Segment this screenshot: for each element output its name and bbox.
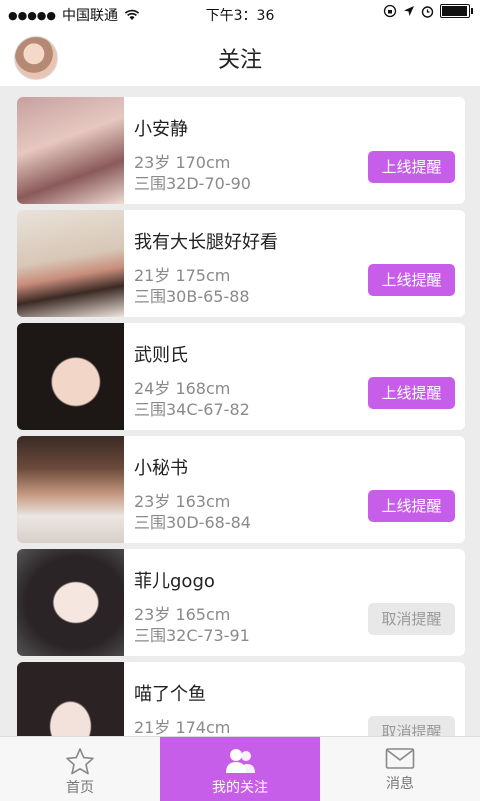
user-name: 武则氏 (134, 345, 188, 366)
user-name: 小秘书 (134, 458, 188, 479)
cancel-reminder-button[interactable]: 取消提醒 (368, 603, 455, 635)
alarm-icon (421, 5, 434, 18)
follow-list[interactable]: 小安静 23岁 170cm 三围32D-70-90 上线提醒 我有大长腿好好看 … (0, 86, 480, 736)
list-item[interactable]: 我有大长腿好好看 21岁 175cm 三围30B-65-88 上线提醒 (17, 210, 465, 317)
profile-photo (17, 323, 124, 430)
online-reminder-button[interactable]: 上线提醒 (368, 264, 455, 296)
profile-photo (17, 436, 124, 543)
user-name: 喵了个鱼 (134, 684, 206, 705)
rotation-lock-icon (383, 4, 397, 18)
user-measurements: 三围30D-68-84 (134, 513, 251, 532)
location-icon (404, 6, 414, 16)
tab-label: 首页 (66, 780, 94, 796)
profile-photo (17, 210, 124, 317)
profile-photo (17, 662, 124, 736)
user-measurements: 三围32C-73-91 (134, 626, 250, 645)
tab-bar: 首页 我的关注 消息 (0, 736, 480, 801)
user-name: 菲儿gogo (134, 571, 215, 592)
user-measurements: 三围32D-70-90 (134, 174, 251, 193)
list-item[interactable]: 小秘书 23岁 163cm 三围30D-68-84 上线提醒 (17, 436, 465, 543)
user-name: 我有大长腿好好看 (134, 232, 278, 253)
status-bar: ●●●●● 中国联通 下午3：36 (0, 0, 480, 28)
list-item[interactable]: 菲儿gogo 23岁 165cm 三围32C-73-91 取消提醒 (17, 549, 465, 656)
user-measurements: 三围30B-65-88 (134, 287, 250, 306)
online-reminder-button[interactable]: 上线提醒 (368, 377, 455, 409)
mail-icon (385, 748, 415, 769)
user-name: 小安静 (134, 119, 188, 140)
profile-photo (17, 549, 124, 656)
list-item[interactable]: 喵了个鱼 21岁 174cm 取消提醒 (17, 662, 465, 736)
tab-my-follows[interactable]: 我的关注 (160, 737, 320, 801)
user-age-height: 21岁 174cm (134, 718, 231, 736)
profile-photo (17, 97, 124, 204)
tab-messages[interactable]: 消息 (320, 737, 480, 801)
star-icon (66, 748, 94, 775)
online-reminder-button[interactable]: 上线提醒 (368, 151, 455, 183)
list-item[interactable]: 小安静 23岁 170cm 三围32D-70-90 上线提醒 (17, 97, 465, 204)
navigation-bar: 关注 (0, 28, 480, 86)
page-title: 关注 (217, 48, 262, 73)
user-measurements: 三围34C-67-82 (134, 400, 250, 419)
tab-label: 消息 (386, 776, 414, 792)
list-item[interactable]: 武则氏 24岁 168cm 三围34C-67-82 上线提醒 (17, 323, 465, 430)
tab-label: 我的关注 (212, 780, 268, 796)
cancel-reminder-button[interactable]: 取消提醒 (368, 716, 455, 736)
battery-icon (440, 4, 473, 18)
tab-home[interactable]: 首页 (0, 737, 160, 801)
online-reminder-button[interactable]: 上线提醒 (368, 490, 455, 522)
users-icon (226, 749, 255, 773)
